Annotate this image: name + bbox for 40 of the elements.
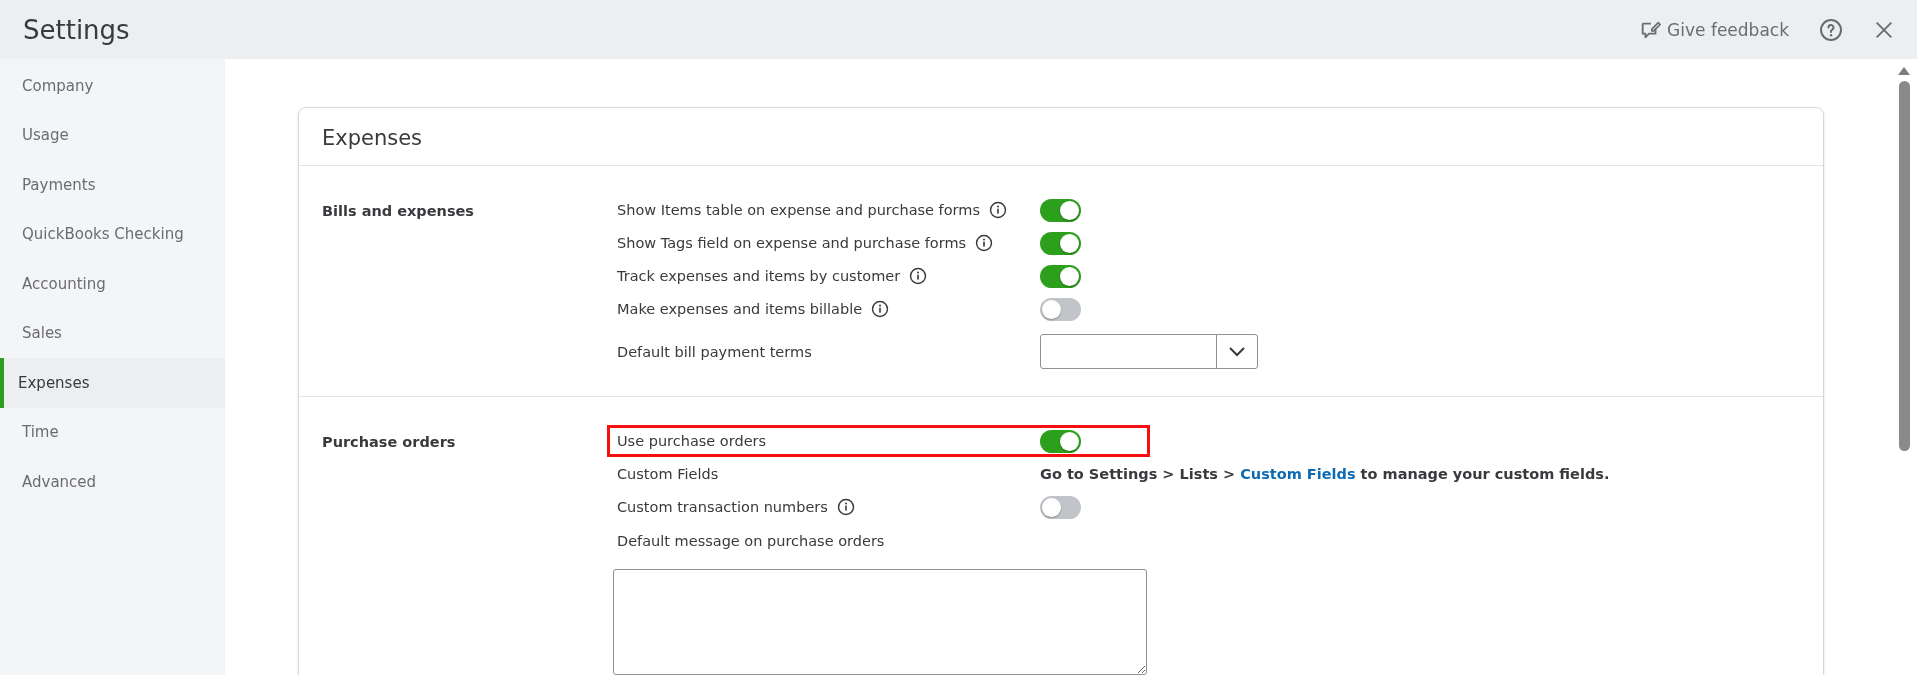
setting-label: Show Items table on expense and purchase forms	[617, 202, 980, 218]
toggle-switch[interactable]	[1040, 264, 1081, 288]
sidebar-item[interactable]: QuickBooks Checking	[0, 209, 225, 259]
toggle-switch[interactable]	[1040, 198, 1081, 222]
setting-label: Make expenses and items billable	[617, 301, 863, 317]
setting-label: Default bill payment terms	[617, 343, 812, 360]
setting-label: Track expenses and items by customer	[617, 268, 901, 284]
setting-label: Custom transaction numbers	[617, 499, 828, 515]
toggle-switch[interactable]	[1040, 231, 1081, 255]
setting-label: Default message on purchase orders	[617, 533, 886, 549]
toggle-switch[interactable]	[1040, 297, 1081, 321]
help-icon[interactable]	[1819, 17, 1843, 42]
card-title: Expenses	[299, 108, 1823, 166]
sidebar-item[interactable]: Usage	[0, 110, 225, 160]
setting-label: Custom Fields	[617, 466, 719, 482]
section-title: Bills and expenses	[322, 202, 475, 221]
info-icon[interactable]	[871, 300, 890, 318]
sidebar-item[interactable]: Accounting	[0, 259, 225, 309]
custom-fields-link[interactable]: Custom Fields	[1240, 466, 1356, 482]
sidebar-item[interactable]: Sales	[0, 308, 225, 358]
toggle-switch[interactable]	[1040, 429, 1081, 453]
sidebar-item[interactable]: Payments	[0, 160, 225, 210]
info-icon[interactable]	[989, 201, 1007, 219]
sidebar-item[interactable]: Expenses	[0, 358, 225, 408]
setting-label: Show Tags field on expense and purchase forms	[617, 235, 967, 251]
terms-dropdown[interactable]	[1040, 334, 1258, 369]
sidebar-item[interactable]: Advanced	[0, 457, 225, 507]
message-field[interactable]	[613, 569, 1147, 675]
feedback-button[interactable]: Give feedback	[1639, 18, 1789, 41]
setting-label: Use purchase orders	[617, 433, 767, 449]
sidebar-item[interactable]: Company	[0, 61, 225, 111]
info-icon[interactable]	[909, 267, 928, 285]
window-title: Settings	[23, 14, 130, 45]
sidebar-item[interactable]: Time	[0, 407, 225, 457]
caret-icon	[1229, 346, 1245, 357]
info-icon[interactable]	[975, 234, 994, 252]
toggle-switch[interactable]	[1040, 495, 1081, 519]
info-icon[interactable]	[836, 498, 855, 516]
custom-fields-note: Go to Settings > Lists > Custom Fields to manage your custom fields.	[1040, 466, 1610, 482]
section-title: Purchase orders	[322, 433, 457, 452]
